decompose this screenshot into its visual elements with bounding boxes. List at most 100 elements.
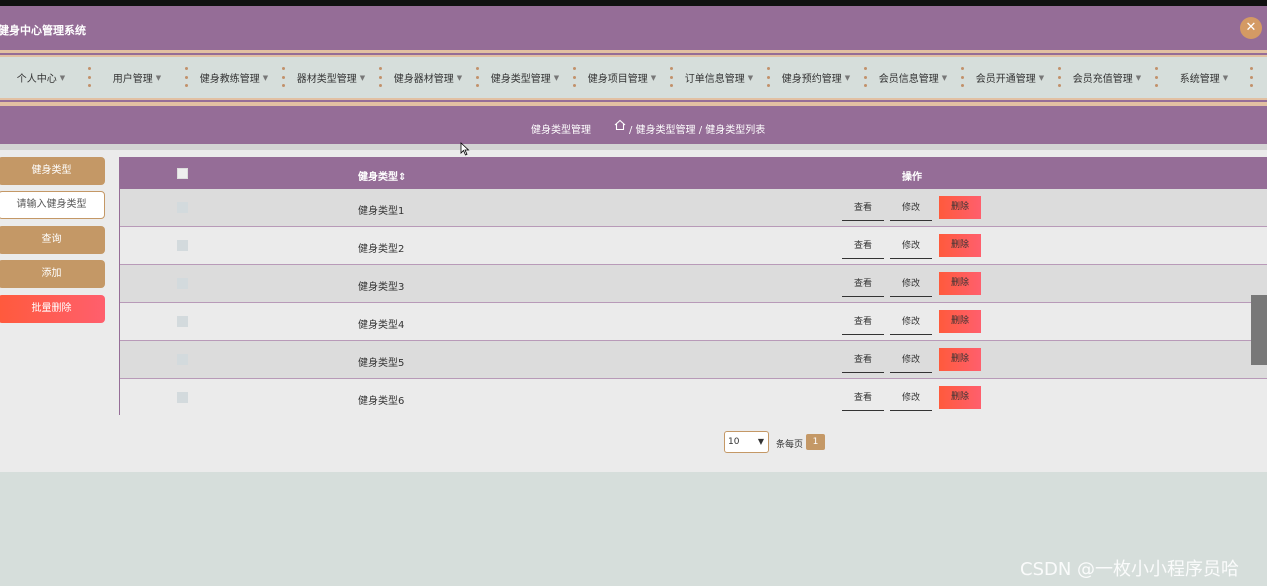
delete-button[interactable]: 删除 (939, 234, 981, 257)
query-button[interactable]: 查询 (0, 226, 105, 254)
nav-separator (864, 67, 867, 87)
table-header: 健身类型⇕ 操作 (120, 158, 1267, 189)
caret-down-icon: ▼ (941, 73, 948, 82)
row-checkbox[interactable] (177, 316, 188, 327)
nav-item-members[interactable]: 会员信息管理 ▼ (871, 57, 955, 98)
table-row: 健身类型6 查看 修改 删除 (120, 379, 1267, 417)
caret-down-icon: ▼ (747, 73, 754, 82)
column-header-ops: 操作 (902, 172, 922, 183)
edit-button[interactable]: 修改 (890, 310, 932, 335)
column-header-type[interactable]: 健身类型⇕ (358, 168, 406, 183)
row-name: 健身类型1 (358, 206, 405, 217)
caret-down-icon: ▼ (1038, 73, 1045, 82)
row-name: 健身类型3 (358, 282, 405, 293)
view-button[interactable]: 查看 (842, 310, 884, 335)
edit-button[interactable]: 修改 (890, 196, 932, 221)
table-row: 健身类型2 查看 修改 删除 (120, 227, 1267, 265)
delete-button[interactable]: 删除 (939, 310, 981, 333)
edit-button[interactable]: 修改 (890, 234, 932, 259)
nav-separator (1058, 67, 1061, 87)
row-name: 健身类型4 (358, 320, 405, 331)
caret-down-icon: ▼ (1135, 73, 1142, 82)
caret-down-icon: ▼ (1222, 73, 1229, 82)
table-row: 健身类型3 查看 修改 删除 (120, 265, 1267, 303)
caret-down-icon: ▼ (59, 73, 66, 82)
top-nav: 个人中心 ▼ 用户管理 ▼ 健身教练管理 ▼ 器材类型管理 ▼ 健身器材管理 ▼ 健身类型… (0, 57, 1267, 98)
add-button[interactable]: 添加 (0, 260, 105, 288)
fitness-type-table: 健身类型⇕ 操作 健身类型1 查看 修改 删除 健身类型2 查看 修改 删除 健… (119, 157, 1267, 417)
per-page-label: 条每页 (776, 440, 804, 450)
row-checkbox[interactable] (177, 354, 188, 365)
nav-item-recharge[interactable]: 会员充值管理 ▼ (1065, 57, 1149, 98)
nav-separator (961, 67, 964, 87)
mouse-cursor-icon (460, 142, 470, 156)
breadcrumb-path: / 健身类型管理 / 健身类型列表 (629, 125, 766, 136)
nav-separator (767, 67, 770, 87)
nav-item-equipment[interactable]: 健身器材管理 ▼ (386, 57, 470, 98)
search-input[interactable]: 请输入健身类型 (0, 191, 105, 219)
nav-item-orders[interactable]: 订单信息管理 ▼ (677, 57, 761, 98)
table-row: 健身类型5 查看 修改 删除 (120, 341, 1267, 379)
caret-down-icon: ▼ (844, 73, 851, 82)
row-checkbox[interactable] (177, 392, 188, 403)
nav-item-system[interactable]: 系统管理 ▼ (1162, 57, 1246, 98)
row-name: 健身类型6 (358, 396, 405, 407)
nav-item-personal-center[interactable]: 个人中心 ▼ (0, 57, 82, 98)
row-name: 健身类型2 (358, 244, 405, 255)
edit-button[interactable]: 修改 (890, 272, 932, 297)
nav-item-coaches[interactable]: 健身教练管理 ▼ (192, 57, 276, 98)
vertical-scrollbar-thumb[interactable] (1251, 295, 1267, 365)
delete-button[interactable]: 删除 (939, 386, 981, 409)
caret-down-icon: ▼ (155, 73, 162, 82)
nav-separator (1250, 67, 1253, 87)
delete-button[interactable]: 删除 (939, 196, 981, 219)
chevron-down-icon: ▼ (757, 437, 764, 446)
nav-separator (1155, 67, 1158, 87)
view-button[interactable]: 查看 (842, 386, 884, 411)
nav-separator (88, 67, 91, 87)
row-checkbox[interactable] (177, 240, 188, 251)
caret-down-icon: ▼ (262, 73, 269, 82)
batch-delete-button[interactable]: 批量删除 (0, 295, 105, 323)
select-all-checkbox[interactable] (177, 168, 188, 179)
app-header: 健身中心管理系统 ✕ (0, 6, 1267, 50)
row-checkbox[interactable] (177, 202, 188, 213)
caret-down-icon: ▼ (553, 73, 560, 82)
edit-button[interactable]: 修改 (890, 386, 932, 411)
view-button[interactable]: 查看 (842, 196, 884, 221)
nav-separator (476, 67, 479, 87)
close-icon[interactable]: ✕ (1240, 17, 1262, 39)
table-row: 健身类型1 查看 修改 删除 (120, 189, 1267, 227)
view-button[interactable]: 查看 (842, 348, 884, 373)
delete-button[interactable]: 删除 (939, 348, 981, 371)
watermark: CSDN @一枚小小程序员哈 (1020, 559, 1240, 580)
nav-item-membership-open[interactable]: 会员开通管理 ▼ (968, 57, 1052, 98)
nav-item-bookings[interactable]: 健身预约管理 ▼ (774, 57, 858, 98)
nav-item-users[interactable]: 用户管理 ▼ (95, 57, 179, 98)
row-name: 健身类型5 (358, 358, 405, 369)
fitness-type-label: 健身类型 (0, 157, 105, 185)
nav-item-fitness-types[interactable]: 健身类型管理 ▼ (483, 57, 567, 98)
nav-item-equipment-types[interactable]: 器材类型管理 ▼ (289, 57, 373, 98)
view-button[interactable]: 查看 (842, 234, 884, 259)
page-number-button[interactable]: 1 (806, 434, 825, 450)
nav-separator (379, 67, 382, 87)
nav-separator (670, 67, 673, 87)
breadcrumb: 健身类型管理 / 健身类型管理 / 健身类型列表 (0, 106, 1267, 144)
page-size-select[interactable]: 10 ▼ (724, 431, 769, 453)
caret-down-icon: ▼ (359, 73, 366, 82)
view-button[interactable]: 查看 (842, 272, 884, 297)
sort-icon[interactable]: ⇕ (398, 172, 406, 183)
edit-button[interactable]: 修改 (890, 348, 932, 373)
page-title: 健身类型管理 (531, 125, 591, 136)
app-title: 健身中心管理系统 (0, 24, 86, 37)
nav-separator (282, 67, 285, 87)
caret-down-icon: ▼ (456, 73, 463, 82)
row-checkbox[interactable] (177, 278, 188, 289)
delete-button[interactable]: 删除 (939, 272, 981, 295)
nav-item-projects[interactable]: 健身项目管理 ▼ (580, 57, 664, 98)
caret-down-icon: ▼ (650, 73, 657, 82)
home-icon[interactable] (614, 119, 626, 131)
table-row: 健身类型4 查看 修改 删除 (120, 303, 1267, 341)
nav-separator (185, 67, 188, 87)
